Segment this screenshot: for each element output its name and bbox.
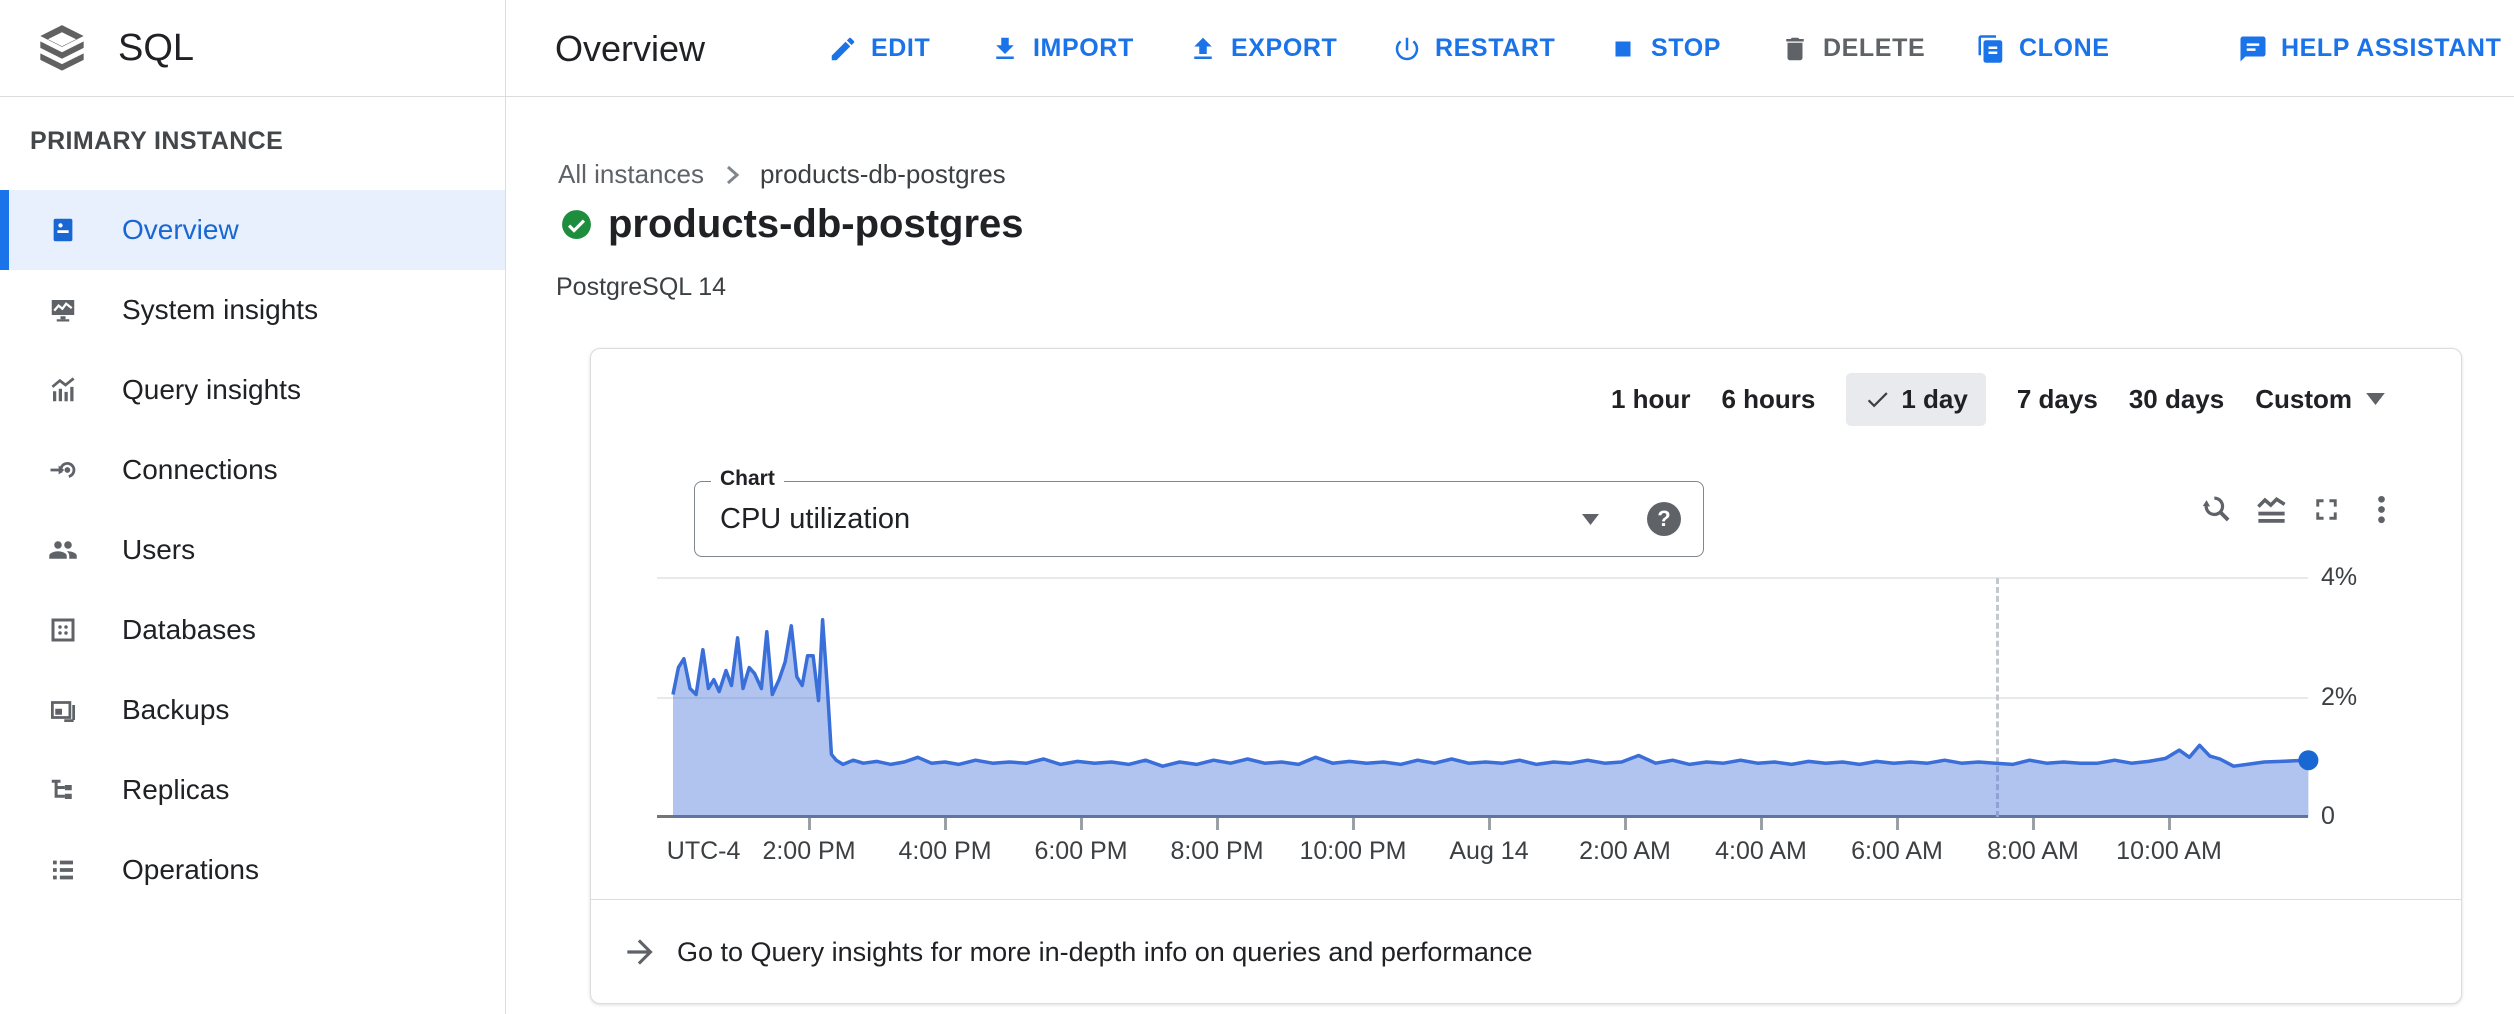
sidebar-item-overview[interactable]: Overview <box>0 190 505 270</box>
export-button[interactable]: EXPORT <box>1188 0 1337 97</box>
sidebar-divider <box>505 0 506 1014</box>
time-range-custom[interactable]: Custom <box>2255 384 2385 415</box>
sidebar-item-label: Users <box>122 534 195 566</box>
x-axis-tick <box>944 818 947 830</box>
x-axis-tick <box>2168 818 2171 830</box>
chevron-right-icon <box>720 163 744 187</box>
power-icon <box>1392 34 1422 64</box>
export-icon <box>1188 34 1218 64</box>
query-insights-link[interactable]: Go to Query insights for more in-depth i… <box>591 899 2461 1004</box>
chat-icon <box>2238 34 2268 64</box>
time-range-6-hours[interactable]: 6 hours <box>1721 384 1815 415</box>
import-button[interactable]: IMPORT <box>990 0 1134 97</box>
cpu-chart-svg[interactable] <box>667 546 2327 819</box>
arrow-forward-icon <box>621 933 659 971</box>
sidebar-item-query-insights[interactable]: Query insights <box>0 350 505 430</box>
x-axis-tick <box>1216 818 1219 830</box>
replicas-tree-icon <box>48 775 78 805</box>
x-axis-tick <box>1760 818 1763 830</box>
status-running-icon <box>560 208 593 241</box>
sql-product-icon <box>36 23 88 75</box>
users-icon <box>48 535 78 565</box>
monitor-chart-icon <box>48 295 78 325</box>
x-axis-tick <box>1080 818 1083 830</box>
insights-chart-icon <box>48 375 78 405</box>
metrics-card: 1 hour 6 hours 1 day 7 days 30 days Cust… <box>590 348 2462 1004</box>
edit-button[interactable]: EDIT <box>828 0 930 97</box>
stop-button[interactable]: STOP <box>1608 0 1721 97</box>
sidebar-item-operations[interactable]: Operations <box>0 830 505 910</box>
page-title: Overview <box>555 0 705 97</box>
sidebar-item-users[interactable]: Users <box>0 510 505 590</box>
query-insights-link-text: Go to Query insights for more in-depth i… <box>677 900 1532 1005</box>
sidebar-item-databases[interactable]: Databases <box>0 590 505 670</box>
x-axis-label: 10:00 AM <box>2089 837 2249 866</box>
cloud-sql-console: SQL Overview EDIT IMPORT EXPORT RESTART … <box>0 0 2514 1014</box>
sidebar: PRIMARY INSTANCE Overview System insight… <box>0 97 505 1014</box>
help-icon[interactable]: ? <box>1647 502 1681 536</box>
sidebar-item-system-insights[interactable]: System insights <box>0 270 505 350</box>
more-vert-icon[interactable] <box>2364 492 2399 527</box>
sidebar-item-label: Backups <box>122 694 229 726</box>
fullscreen-icon[interactable] <box>2309 492 2344 527</box>
x-axis-tick <box>808 818 811 830</box>
chevron-down-icon <box>2366 393 2385 405</box>
area-chart-icon[interactable] <box>2254 492 2289 527</box>
operations-list-icon <box>48 855 78 885</box>
breadcrumb-all-instances[interactable]: All instances <box>558 159 704 190</box>
check-icon <box>1864 386 1891 413</box>
import-icon <box>990 34 1020 64</box>
sidebar-item-label: Operations <box>122 854 259 886</box>
databases-grid-icon <box>48 615 78 645</box>
instance-overview-icon <box>48 215 78 245</box>
sidebar-item-label: Replicas <box>122 774 229 806</box>
top-header: SQL Overview EDIT IMPORT EXPORT RESTART … <box>0 0 2514 97</box>
trash-icon <box>1780 34 1810 64</box>
breadcrumb: All instances products-db-postgres <box>558 159 1006 190</box>
restart-button[interactable]: RESTART <box>1392 0 1555 97</box>
sidebar-section-label: PRIMARY INSTANCE <box>30 127 283 156</box>
sidebar-item-label: Query insights <box>122 374 301 406</box>
select-arrow-icon <box>1582 514 1599 525</box>
x-axis-tick <box>1352 818 1355 830</box>
clone-icon <box>1976 34 2006 64</box>
sidebar-item-label: Databases <box>122 614 256 646</box>
sidebar-item-label: Overview <box>122 214 239 246</box>
time-range-selector: 1 hour 6 hours 1 day 7 days 30 days Cust… <box>1611 371 2385 427</box>
chart-select-value: CPU utilization <box>720 482 910 556</box>
x-axis-tick <box>2032 818 2035 830</box>
sidebar-item-label: Connections <box>122 454 278 486</box>
delete-button[interactable]: DELETE <box>1780 0 1925 97</box>
x-axis-tick <box>1624 818 1627 830</box>
main-content: All instances products-db-postgres produ… <box>506 97 2514 1014</box>
clone-button[interactable]: CLONE <box>1976 0 2110 97</box>
y-axis-label: 2% <box>2321 683 2401 712</box>
instance-title-row: products-db-postgres <box>560 202 1024 247</box>
y-axis-label: 0 <box>2321 802 2401 831</box>
time-range-30-days[interactable]: 30 days <box>2129 384 2224 415</box>
reset-zoom-icon[interactable] <box>2199 492 2234 527</box>
engine-version: PostgreSQL 14 <box>556 273 726 302</box>
sidebar-item-label: System insights <box>122 294 318 326</box>
chart-toolbar <box>2199 492 2399 527</box>
backups-icon <box>48 695 78 725</box>
stop-icon <box>1608 34 1638 64</box>
sidebar-item-backups[interactable]: Backups <box>0 670 505 750</box>
time-range-1-day[interactable]: 1 day <box>1846 373 1986 426</box>
y-axis-label: 4% <box>2321 563 2401 592</box>
breadcrumb-current: products-db-postgres <box>760 159 1006 190</box>
time-range-1-hour[interactable]: 1 hour <box>1611 384 1690 415</box>
product-name: SQL <box>118 0 194 97</box>
sidebar-item-replicas[interactable]: Replicas <box>0 750 505 830</box>
time-range-7-days[interactable]: 7 days <box>2017 384 2098 415</box>
instance-name: products-db-postgres <box>608 202 1024 247</box>
pencil-icon <box>828 34 858 64</box>
help-assistant-button[interactable]: HELP ASSISTANT <box>2238 0 2501 97</box>
x-axis-tick <box>1896 818 1899 830</box>
sidebar-item-connections[interactable]: Connections <box>0 430 505 510</box>
x-axis-tick <box>1488 818 1491 830</box>
latest-value-dot <box>2298 750 2318 770</box>
connection-icon <box>48 455 78 485</box>
